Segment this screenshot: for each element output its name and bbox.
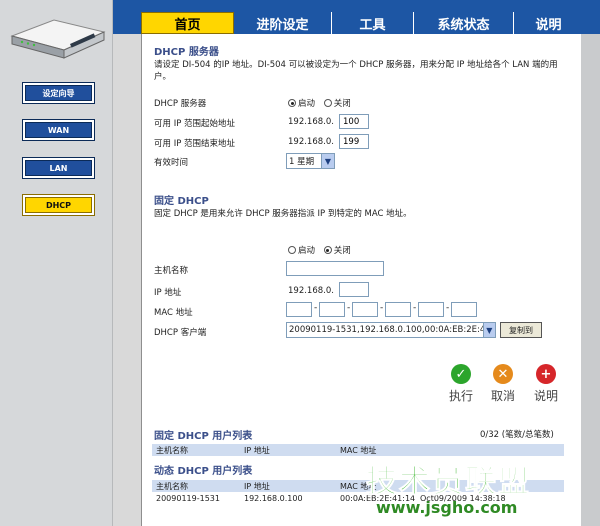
lease-time-select[interactable]: 1 星期 ▼: [286, 153, 335, 169]
cancel-button[interactable]: ✕ 取消: [485, 364, 521, 404]
sidebar-item-wan[interactable]: WAN: [22, 119, 95, 141]
mac-octet-6[interactable]: [451, 302, 477, 317]
dynamic-col-ip: IP 地址: [244, 482, 270, 491]
copy-to-button[interactable]: 复制到: [500, 322, 542, 338]
row-hostname: 20090119-1531: [156, 494, 220, 503]
chevron-down-icon: ▼: [321, 154, 334, 168]
section-title-static-list: 固定 DHCP 用户列表: [154, 431, 253, 442]
static-disable-label: 关闭: [333, 246, 351, 256]
dhcp-client-label: DHCP 客户端: [154, 328, 207, 338]
static-list-count: 0/32 (笔数/总笔数): [480, 430, 554, 440]
apply-button[interactable]: ✓ 执行: [443, 364, 479, 404]
watermark-logo: 技术员联盟: [366, 464, 531, 501]
static-col-ip: IP 地址: [244, 446, 270, 455]
lease-time-value: 1 星期: [289, 157, 315, 167]
hostname-input[interactable]: [286, 261, 384, 276]
dhcp-server-radio-group: 启动 关闭: [288, 97, 351, 109]
static-ip-label: IP 地址: [154, 288, 182, 298]
ip-range-end-input[interactable]: [339, 134, 369, 149]
dynamic-col-hostname: 主机名称: [156, 482, 188, 491]
dhcp-client-select[interactable]: 20090119-1531,192.168.0.100,00:0A:EB:2E:…: [286, 322, 496, 338]
dhcp-server-description: 请设定 DI-504 的IP 地址。DI-504 可以被设定为一个 DHCP 服…: [154, 60, 558, 82]
plus-icon: +: [536, 364, 556, 384]
section-title-static-dhcp: 固定 DHCP: [154, 196, 209, 207]
dhcp-enable-radio[interactable]: [288, 99, 296, 107]
help-button[interactable]: + 说明: [528, 364, 564, 404]
dhcp-client-value: 20090119-1531,192.168.0.100,00:0A:EB:2E:…: [289, 325, 483, 335]
watermark-url: www.jsgho.com: [376, 498, 518, 517]
mac-octet-4[interactable]: [385, 302, 411, 317]
dhcp-enable-label: 启动: [298, 99, 316, 109]
right-scroll-area: [581, 34, 600, 526]
mac-octet-5[interactable]: [418, 302, 444, 317]
ip-range-start-label: 可用 IP 范围起始地址: [154, 119, 236, 129]
tab-status[interactable]: 系统状态: [414, 12, 514, 34]
static-list-header: 主机名称 IP 地址 MAC 地址: [152, 444, 564, 456]
section-title-dhcp-server: DHCP 服务器: [154, 47, 219, 58]
static-dhcp-radio-group: 启动 关闭: [288, 244, 351, 256]
chevron-down-icon: ▼: [482, 323, 495, 337]
router-device-image: [10, 19, 106, 59]
ip-range-end-label: 可用 IP 范围结束地址: [154, 139, 236, 149]
static-dhcp-description: 固定 DHCP 是用来允许 DHCP 服务器指派 IP 到特定的 MAC 地址。: [154, 209, 412, 219]
hostname-label: 主机名称: [154, 266, 189, 276]
mac-address-label: MAC 地址: [154, 308, 193, 318]
dhcp-disable-radio[interactable]: [323, 99, 332, 107]
ip-range-start-prefix: 192.168.0.: [288, 117, 334, 127]
lease-time-label: 有效时间: [154, 158, 189, 168]
static-enable-radio[interactable]: [288, 246, 296, 254]
tab-home[interactable]: 首页: [141, 12, 234, 34]
static-ip-input[interactable]: [339, 282, 369, 297]
sidebar: 设定向导 WAN LAN DHCP: [0, 0, 113, 526]
mac-octet-3[interactable]: [352, 302, 378, 317]
check-icon: ✓: [451, 364, 471, 384]
static-ip-prefix: 192.168.0.: [288, 286, 334, 296]
help-label: 说明: [533, 389, 558, 403]
dhcp-disable-label: 关闭: [333, 99, 351, 109]
dhcp-server-label: DHCP 服务器: [154, 99, 207, 109]
sidebar-item-setup-wizard[interactable]: 设定向导: [22, 82, 95, 104]
mac-octet-1[interactable]: [286, 302, 312, 317]
close-icon: ✕: [493, 364, 513, 384]
cancel-label: 取消: [490, 389, 515, 403]
static-enable-label: 启动: [298, 246, 316, 256]
main-tabs: 首页 进阶设定 工具 系统状态 说明: [141, 12, 583, 34]
content-panel: DHCP 服务器 请设定 DI-504 的IP 地址。DI-504 可以被设定为…: [141, 34, 581, 526]
sidebar-item-lan[interactable]: LAN: [22, 157, 95, 179]
static-col-hostname: 主机名称: [156, 446, 188, 455]
apply-label: 执行: [448, 389, 473, 403]
tab-tools[interactable]: 工具: [332, 12, 414, 34]
section-title-dynamic-list: 动态 DHCP 用户列表: [154, 466, 253, 477]
tab-advanced[interactable]: 进阶设定: [234, 12, 332, 34]
ip-range-start-input[interactable]: [339, 114, 369, 129]
tab-help[interactable]: 说明: [514, 12, 583, 34]
sidebar-item-dhcp[interactable]: DHCP: [22, 194, 95, 216]
static-disable-radio[interactable]: [323, 246, 332, 254]
ip-range-end-prefix: 192.168.0.: [288, 137, 334, 147]
row-ip: 192.168.0.100: [244, 494, 303, 503]
mac-octet-2[interactable]: [319, 302, 345, 317]
mac-address-fields: - - - - -: [286, 302, 486, 318]
static-col-mac: MAC 地址: [340, 446, 377, 455]
